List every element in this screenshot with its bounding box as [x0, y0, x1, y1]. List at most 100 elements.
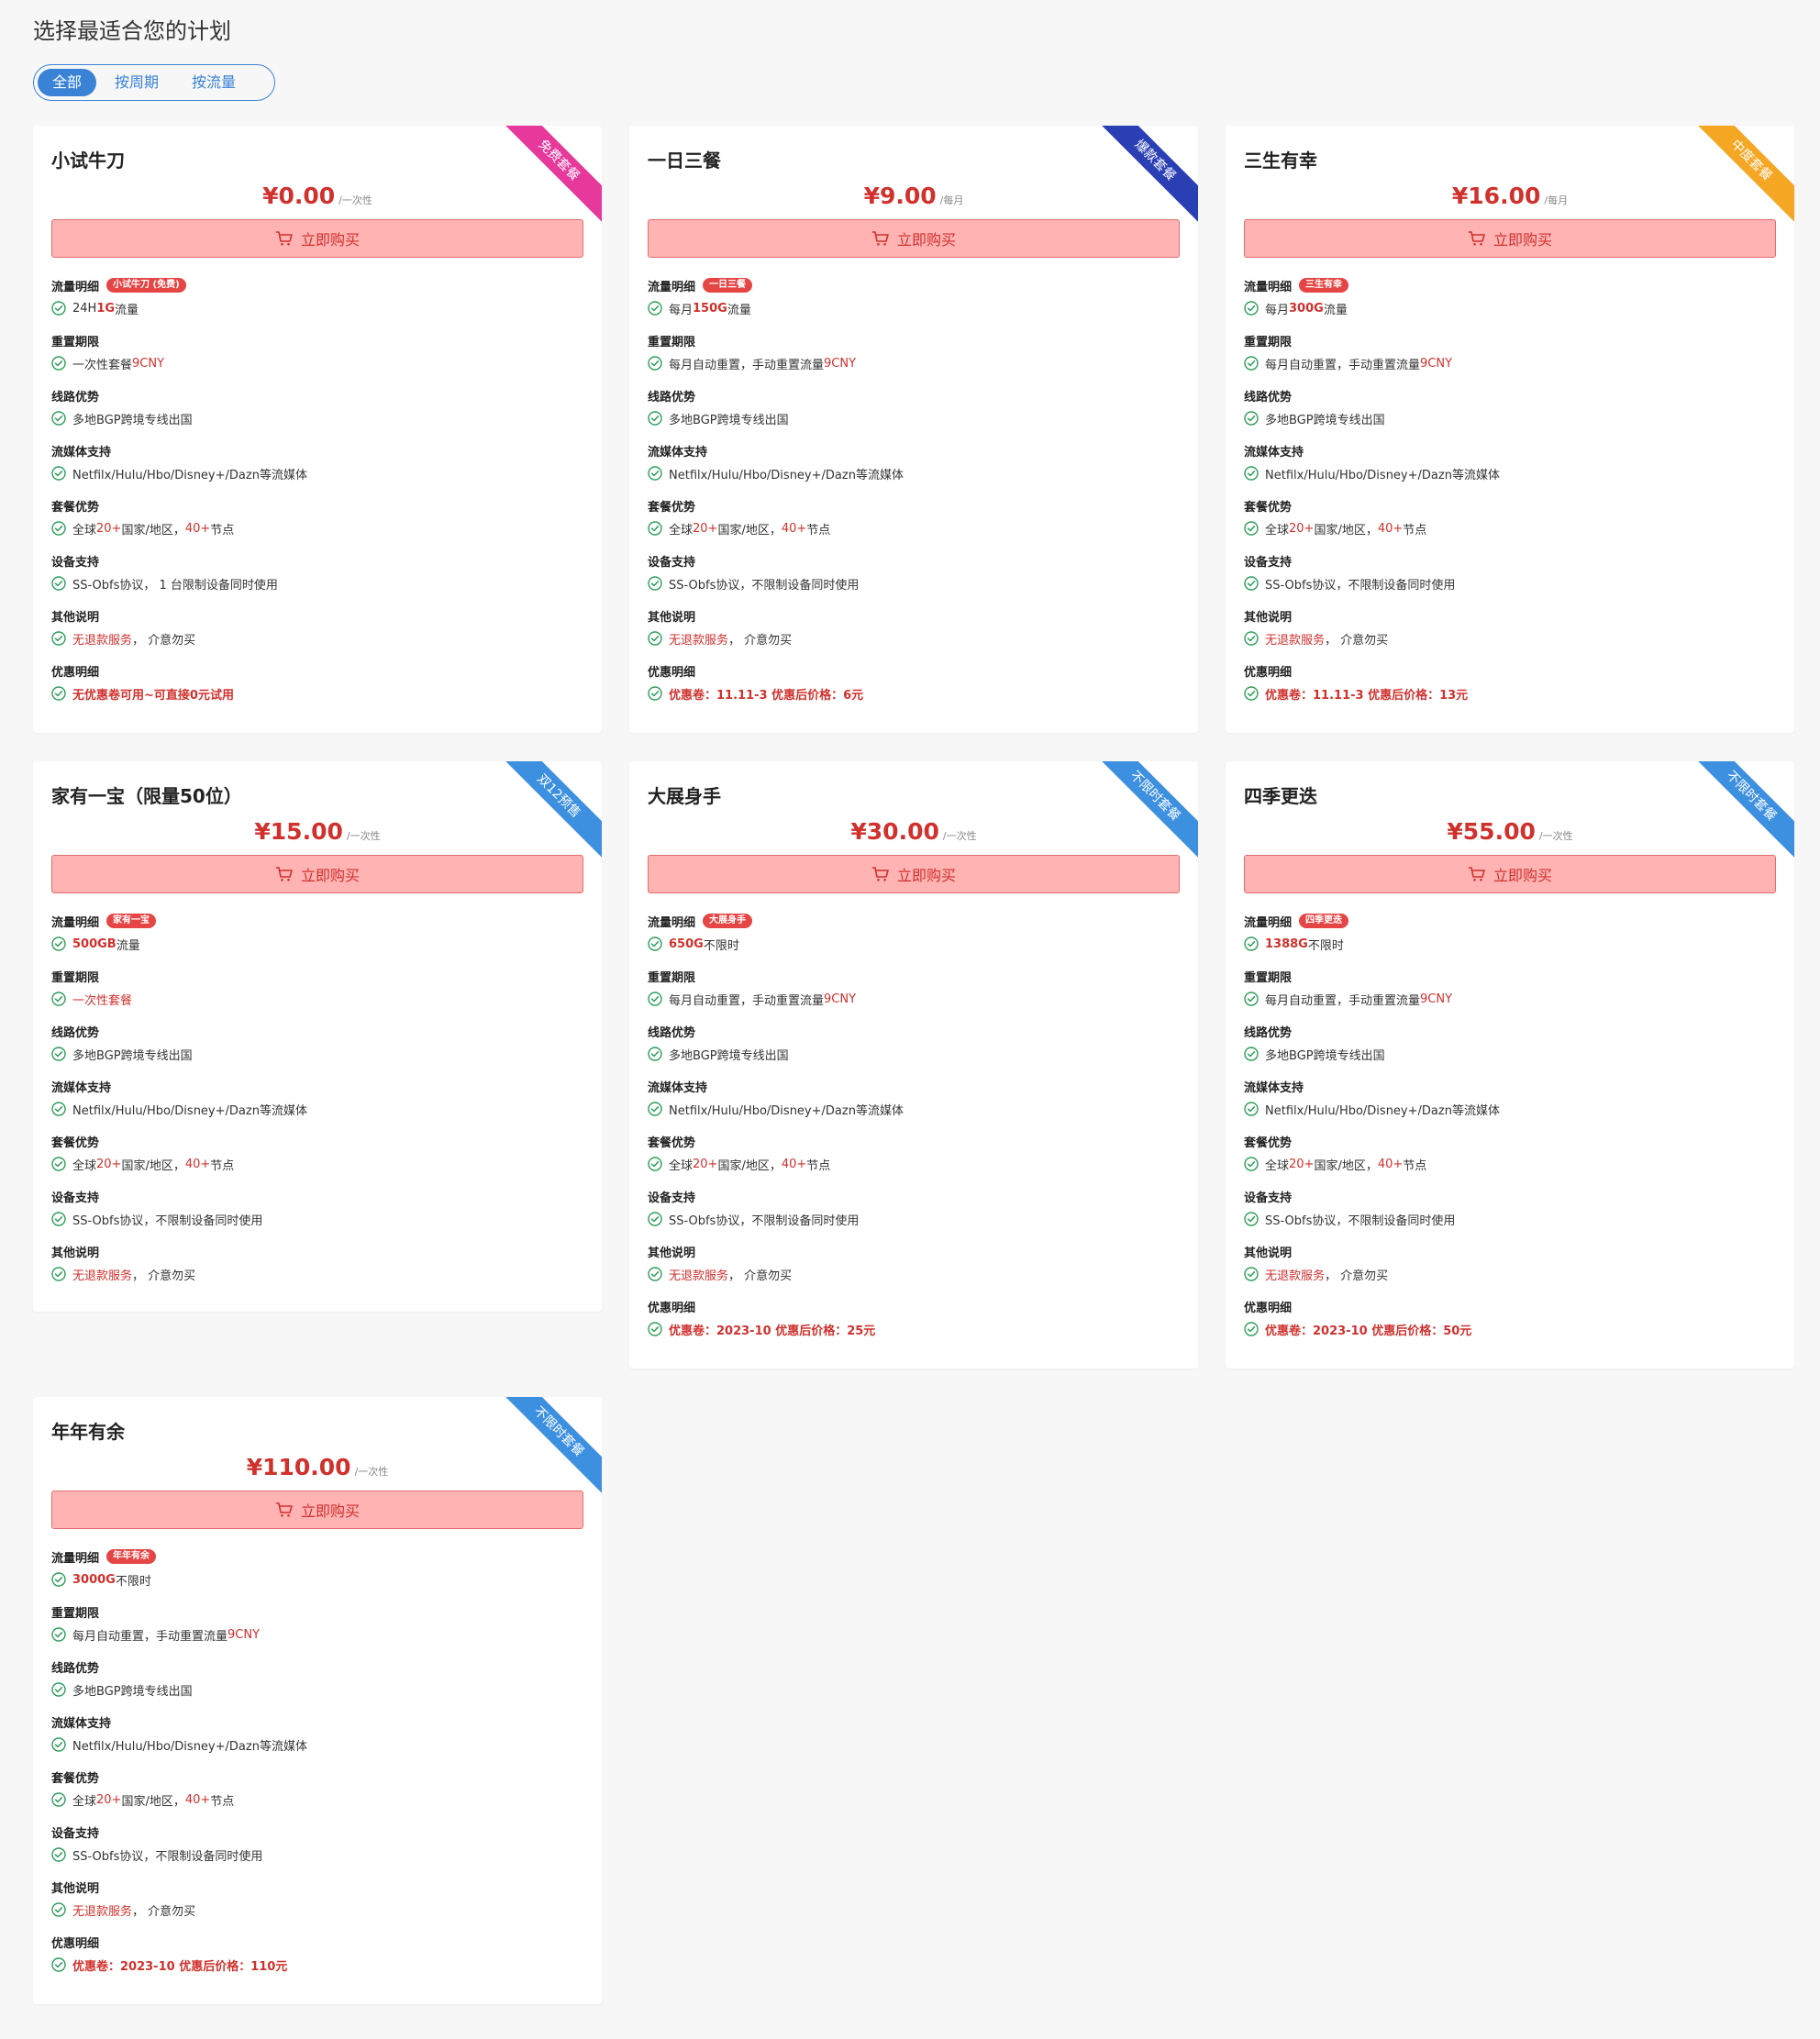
section-traffic: 流量明细 大展身手 650G 不限时 [648, 910, 1180, 965]
section-title: 其他说明 [648, 1246, 696, 1260]
buy-now-button[interactable]: 立即购买 [1244, 219, 1776, 258]
section-title: 设备支持 [648, 555, 696, 570]
text-segment: 40+ [781, 521, 807, 536]
text-segment: ， 介意勿买 [1325, 1269, 1389, 1283]
text-segment: 多地BGP跨境专线出国 [1265, 413, 1385, 427]
text-segment: 1G [96, 301, 116, 316]
plan-tag-badge: 四季更迭 [1299, 914, 1349, 928]
text-segment: 每月自动重置，手动重置流量 [72, 1629, 228, 1644]
section-media: 流媒体支持 Netfilx/Hulu/Hbo/Disney+/Dazn等流媒体 [1244, 439, 1776, 494]
text-segment: 每月 [669, 303, 694, 317]
check-circle-icon [1244, 576, 1259, 591]
section-title: 流媒体支持 [51, 445, 112, 460]
buy-now-button[interactable]: 立即购买 [648, 219, 1180, 258]
plan-ribbon: 中度套餐 [1686, 126, 1794, 226]
check-circle-icon [648, 1267, 662, 1281]
buy-now-label: 立即购买 [1493, 231, 1552, 249]
text-segment: 不限时 [1307, 938, 1344, 953]
section-title: 优惠明细 [1244, 1301, 1293, 1315]
text-segment: 多地BGP跨境专线出国 [669, 413, 789, 427]
plan-name: 一日三餐 [648, 150, 721, 172]
check-circle-icon [1244, 992, 1259, 1006]
filter-by-traffic[interactable]: 按流量 [177, 69, 250, 96]
section-traffic: 流量明细 四季更迭 1388G 不限时 [1244, 910, 1776, 965]
check-circle-icon [1244, 466, 1259, 481]
section-discount: 优惠明细 优惠卷：2023-10 优惠后价格：25元 [648, 1295, 1180, 1350]
section-title: 线路优势 [1244, 1025, 1293, 1040]
check-circle-icon [648, 1102, 662, 1116]
section-title: 优惠明细 [1244, 665, 1293, 680]
plan-price: ¥55.00 [1447, 818, 1536, 845]
section-title: 重置期限 [1244, 970, 1293, 985]
section-title: 优惠明细 [648, 1301, 696, 1315]
section-advantage: 套餐优势 全球 20+ 国家/地区， 40+ 节点 [1244, 494, 1776, 549]
plan-price: ¥9.00 [863, 183, 937, 209]
section-discount: 优惠明细 优惠卷：2023-10 优惠后价格：110元 [51, 1931, 583, 1986]
section-title: 线路优势 [51, 1025, 100, 1040]
text-segment: 国家/地区， [121, 1158, 185, 1173]
buy-now-label: 立即购买 [896, 231, 956, 249]
filter-all[interactable]: 全部 [38, 69, 97, 96]
text-segment: 流量 [727, 303, 751, 317]
text-segment: Netfilx/Hulu/Hbo/Disney+/Dazn等流媒体 [669, 1103, 904, 1118]
plan-details: 流量明细 三生有幸 每月 300G 流量 重置期限 每月自动重置，手动重置流量 9CNY… [1244, 274, 1776, 715]
section-advantage: 套餐优势 全球 20+ 国家/地区， 40+ 节点 [51, 1130, 583, 1185]
buy-now-button[interactable]: 立即购买 [648, 855, 1180, 893]
section-title: 流媒体支持 [51, 1716, 112, 1731]
section-route: 线路优势 多地BGP跨境专线出国 [648, 384, 1180, 439]
section-title: 流媒体支持 [648, 445, 708, 460]
section-advantage: 套餐优势 全球 20+ 国家/地区， 40+ 节点 [51, 494, 583, 549]
section-reset: 重置期限 一次性套餐 9CNY [51, 329, 583, 384]
filter-by-period[interactable]: 按周期 [100, 69, 173, 96]
section-media: 流媒体支持 Netfilx/Hulu/Hbo/Disney+/Dazn等流媒体 [51, 1075, 583, 1130]
plan-card: 爆款套餐 一日三餐 ¥9.00/每月 立即购买 流量明细 一日三餐 每月 150G 流量 重置… [629, 126, 1198, 733]
check-circle-icon [1244, 301, 1259, 316]
plan-period: /一次性 [942, 830, 977, 842]
buy-now-label: 立即购买 [896, 867, 956, 884]
buy-now-button[interactable]: 立即购买 [51, 219, 583, 258]
text-segment: 优惠卷：11.11-3 优惠后价格：6元 [669, 688, 864, 703]
text-segment: Netfilx/Hulu/Hbo/Disney+/Dazn等流媒体 [1265, 1103, 1500, 1118]
section-other: 其他说明 无退款服务， 介意勿买 [51, 1240, 583, 1295]
price-row: ¥16.00/每月 [1226, 183, 1794, 209]
text-segment: 20+ [96, 1792, 122, 1807]
text-segment: 20+ [96, 521, 122, 536]
check-circle-icon [648, 1047, 662, 1061]
text-segment: 流量 [1323, 303, 1348, 317]
buy-now-button[interactable]: 立即购买 [51, 1490, 583, 1529]
text-segment: 国家/地区， [1314, 1158, 1378, 1173]
buy-now-label: 立即购买 [1493, 867, 1552, 884]
buy-now-label: 立即购买 [300, 1502, 360, 1520]
text-segment: 国家/地区， [717, 1158, 782, 1173]
cart-icon [275, 867, 293, 881]
plan-tag-badge: 年年有余 [106, 1549, 157, 1564]
plan-price: ¥30.00 [850, 818, 939, 845]
text-segment: 国家/地区， [717, 523, 782, 537]
text-segment: SS-Obfs协议，不限制设备同时使用 [1265, 1213, 1456, 1228]
section-title: 套餐优势 [51, 500, 100, 515]
buy-now-button[interactable]: 立即购买 [1244, 855, 1776, 893]
check-circle-icon [51, 521, 66, 536]
section-traffic: 流量明细 小试牛刀 (免费) 24H 1G 流量 [51, 274, 583, 329]
section-other: 其他说明 无退款服务， 介意勿买 [1244, 604, 1776, 659]
plan-tag-badge: 小试牛刀 (免费) [106, 278, 186, 293]
text-segment: 每月自动重置，手动重置流量 [1265, 358, 1421, 372]
text-segment: SS-Obfs协议，不限制设备同时使用 [72, 1213, 263, 1228]
text-segment: 国家/地区， [121, 1794, 185, 1809]
plan-tag-badge: 家有一宝 [106, 914, 157, 928]
check-circle-icon [1244, 936, 1259, 951]
plan-period: /每月 [939, 194, 964, 206]
check-circle-icon [51, 1102, 66, 1116]
text-segment: 全球 [1265, 1158, 1290, 1173]
buy-now-button[interactable]: 立即购买 [51, 855, 583, 893]
check-circle-icon [51, 936, 66, 951]
section-title: 设备支持 [1244, 1191, 1293, 1205]
plan-price: ¥0.00 [262, 183, 336, 209]
section-title: 流量明细 [51, 915, 100, 930]
check-circle-icon [51, 1047, 66, 1061]
text-segment: 无退款服务 [669, 1269, 729, 1283]
check-circle-icon [51, 992, 66, 1006]
text-segment: 无退款服务 [72, 1904, 133, 1919]
section-discount: 优惠明细 优惠卷：11.11-3 优惠后价格：13元 [1244, 659, 1776, 715]
text-segment: ， 介意勿买 [728, 633, 793, 648]
